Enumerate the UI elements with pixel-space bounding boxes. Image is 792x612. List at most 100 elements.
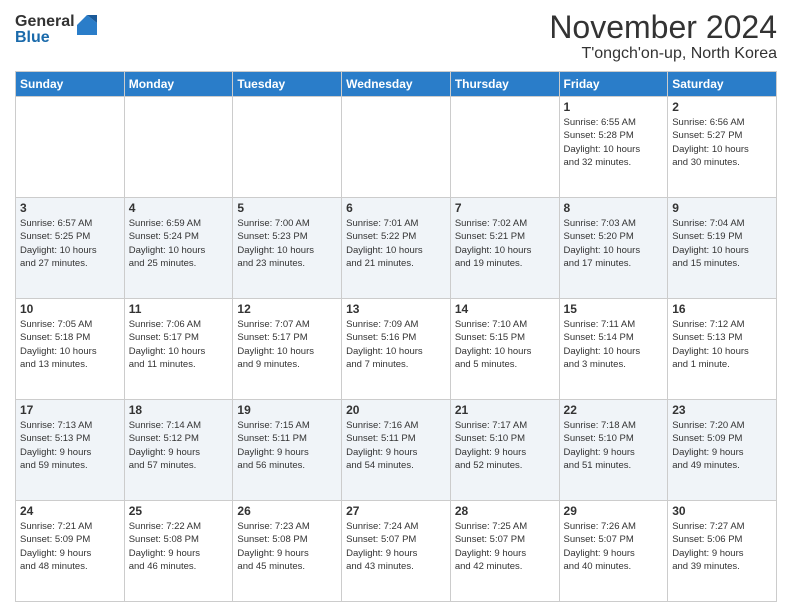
calendar-header-row: SundayMondayTuesdayWednesdayThursdayFrid… [16, 72, 777, 97]
day-number: 1 [564, 100, 664, 114]
day-number: 25 [129, 504, 229, 518]
day-number: 7 [455, 201, 555, 215]
day-info: Sunrise: 7:23 AM Sunset: 5:08 PM Dayligh… [237, 520, 337, 573]
calendar-cell: 23 Sunrise: 7:20 AM Sunset: 5:09 PM Dayli… [668, 400, 777, 501]
logo: General Blue [15, 14, 97, 46]
logo-blue: Blue [15, 30, 75, 46]
calendar-cell: 16 Sunrise: 7:12 AM Sunset: 5:13 PM Dayli… [668, 299, 777, 400]
day-number: 4 [129, 201, 229, 215]
calendar-cell: 21 Sunrise: 7:17 AM Sunset: 5:10 PM Dayli… [450, 400, 559, 501]
header: General Blue November 2024 T'ongch'on-up… [15, 10, 777, 63]
calendar-cell: 30 Sunrise: 7:27 AM Sunset: 5:06 PM Dayli… [668, 501, 777, 602]
calendar-header-tuesday: Tuesday [233, 72, 342, 97]
day-number: 14 [455, 302, 555, 316]
calendar-cell [124, 97, 233, 198]
day-number: 19 [237, 403, 337, 417]
calendar: SundayMondayTuesdayWednesdayThursdayFrid… [15, 71, 777, 602]
calendar-cell: 6Sunrise: 7:01 AM Sunset: 5:22 PM Daylig… [342, 198, 451, 299]
day-info: Sunrise: 7:09 AM Sunset: 5:16 PM Dayligh… [346, 318, 446, 371]
calendar-cell: 10 Sunrise: 7:05 AM Sunset: 5:18 PM Dayli… [16, 299, 125, 400]
day-number: 26 [237, 504, 337, 518]
calendar-header-friday: Friday [559, 72, 668, 97]
day-info: Sunrise: 7:21 AM Sunset: 5:09 PM Dayligh… [20, 520, 120, 573]
day-number: 16 [672, 302, 772, 316]
calendar-cell: 13 Sunrise: 7:09 AM Sunset: 5:16 PM Dayli… [342, 299, 451, 400]
calendar-cell: 5Sunrise: 7:00 AM Sunset: 5:23 PM Daylig… [233, 198, 342, 299]
calendar-cell: 20 Sunrise: 7:16 AM Sunset: 5:11 PM Dayli… [342, 400, 451, 501]
day-info: Sunrise: 7:07 AM Sunset: 5:17 PM Dayligh… [237, 318, 337, 371]
day-number: 9 [672, 201, 772, 215]
calendar-cell: 24 Sunrise: 7:21 AM Sunset: 5:09 PM Dayli… [16, 501, 125, 602]
day-info: Sunrise: 6:57 AM Sunset: 5:25 PM Dayligh… [20, 217, 120, 270]
day-info: Sunrise: 7:12 AM Sunset: 5:13 PM Dayligh… [672, 318, 772, 371]
day-info: Sunrise: 7:11 AM Sunset: 5:14 PM Dayligh… [564, 318, 664, 371]
day-number: 13 [346, 302, 446, 316]
calendar-cell: 29 Sunrise: 7:26 AM Sunset: 5:07 PM Dayli… [559, 501, 668, 602]
calendar-cell: 18Sunrise: 7:14 AM Sunset: 5:12 PM Dayli… [124, 400, 233, 501]
location-title: T'ongch'on-up, North Korea [549, 45, 777, 63]
day-number: 17 [20, 403, 120, 417]
calendar-cell: 11Sunrise: 7:06 AM Sunset: 5:17 PM Dayli… [124, 299, 233, 400]
day-info: Sunrise: 7:26 AM Sunset: 5:07 PM Dayligh… [564, 520, 664, 573]
day-info: Sunrise: 7:14 AM Sunset: 5:12 PM Dayligh… [129, 419, 229, 472]
calendar-cell: 19Sunrise: 7:15 AM Sunset: 5:11 PM Dayli… [233, 400, 342, 501]
day-info: Sunrise: 7:16 AM Sunset: 5:11 PM Dayligh… [346, 419, 446, 472]
calendar-cell: 2 Sunrise: 6:56 AM Sunset: 5:27 PM Daylig… [668, 97, 777, 198]
day-info: Sunrise: 7:27 AM Sunset: 5:06 PM Dayligh… [672, 520, 772, 573]
calendar-cell [450, 97, 559, 198]
day-info: Sunrise: 7:17 AM Sunset: 5:10 PM Dayligh… [455, 419, 555, 472]
calendar-cell: 26 Sunrise: 7:23 AM Sunset: 5:08 PM Dayli… [233, 501, 342, 602]
calendar-cell: 3 Sunrise: 6:57 AM Sunset: 5:25 PM Daylig… [16, 198, 125, 299]
day-number: 22 [564, 403, 664, 417]
title-block: November 2024 T'ongch'on-up, North Korea [549, 10, 777, 63]
day-info: Sunrise: 7:10 AM Sunset: 5:15 PM Dayligh… [455, 318, 555, 371]
day-number: 20 [346, 403, 446, 417]
day-info: Sunrise: 7:25 AM Sunset: 5:07 PM Dayligh… [455, 520, 555, 573]
day-number: 8 [564, 201, 664, 215]
day-number: 21 [455, 403, 555, 417]
calendar-week-2: 3 Sunrise: 6:57 AM Sunset: 5:25 PM Daylig… [16, 198, 777, 299]
day-info: Sunrise: 7:02 AM Sunset: 5:21 PM Dayligh… [455, 217, 555, 270]
day-info: Sunrise: 6:56 AM Sunset: 5:27 PM Dayligh… [672, 116, 772, 169]
calendar-cell: 22 Sunrise: 7:18 AM Sunset: 5:10 PM Dayli… [559, 400, 668, 501]
day-info: Sunrise: 7:18 AM Sunset: 5:10 PM Dayligh… [564, 419, 664, 472]
calendar-cell: 25 Sunrise: 7:22 AM Sunset: 5:08 PM Dayli… [124, 501, 233, 602]
day-number: 2 [672, 100, 772, 114]
day-number: 23 [672, 403, 772, 417]
page: General Blue November 2024 T'ongch'on-up… [0, 0, 792, 612]
day-info: Sunrise: 7:24 AM Sunset: 5:07 PM Dayligh… [346, 520, 446, 573]
day-info: Sunrise: 7:20 AM Sunset: 5:09 PM Dayligh… [672, 419, 772, 472]
day-number: 15 [564, 302, 664, 316]
day-info: Sunrise: 6:59 AM Sunset: 5:24 PM Dayligh… [129, 217, 229, 270]
month-title: November 2024 [549, 10, 777, 45]
day-info: Sunrise: 7:01 AM Sunset: 5:22 PM Dayligh… [346, 217, 446, 270]
day-info: Sunrise: 7:22 AM Sunset: 5:08 PM Dayligh… [129, 520, 229, 573]
calendar-cell: 7 Sunrise: 7:02 AM Sunset: 5:21 PM Daylig… [450, 198, 559, 299]
calendar-cell: 14 Sunrise: 7:10 AM Sunset: 5:15 PM Dayli… [450, 299, 559, 400]
calendar-header-monday: Monday [124, 72, 233, 97]
calendar-week-4: 17 Sunrise: 7:13 AM Sunset: 5:13 PM Dayli… [16, 400, 777, 501]
day-number: 30 [672, 504, 772, 518]
calendar-week-3: 10 Sunrise: 7:05 AM Sunset: 5:18 PM Dayli… [16, 299, 777, 400]
day-info: Sunrise: 7:05 AM Sunset: 5:18 PM Dayligh… [20, 318, 120, 371]
calendar-header-saturday: Saturday [668, 72, 777, 97]
day-number: 24 [20, 504, 120, 518]
day-info: Sunrise: 7:00 AM Sunset: 5:23 PM Dayligh… [237, 217, 337, 270]
day-info: Sunrise: 7:03 AM Sunset: 5:20 PM Dayligh… [564, 217, 664, 270]
calendar-header-sunday: Sunday [16, 72, 125, 97]
calendar-cell: 28 Sunrise: 7:25 AM Sunset: 5:07 PM Dayli… [450, 501, 559, 602]
calendar-cell [16, 97, 125, 198]
calendar-cell [233, 97, 342, 198]
calendar-cell: 4 Sunrise: 6:59 AM Sunset: 5:24 PM Daylig… [124, 198, 233, 299]
day-info: Sunrise: 7:13 AM Sunset: 5:13 PM Dayligh… [20, 419, 120, 472]
day-number: 11 [129, 302, 229, 316]
day-number: 3 [20, 201, 120, 215]
calendar-cell: 27 Sunrise: 7:24 AM Sunset: 5:07 PM Dayli… [342, 501, 451, 602]
day-number: 27 [346, 504, 446, 518]
calendar-header-thursday: Thursday [450, 72, 559, 97]
calendar-cell: 15 Sunrise: 7:11 AM Sunset: 5:14 PM Dayli… [559, 299, 668, 400]
day-number: 29 [564, 504, 664, 518]
day-number: 10 [20, 302, 120, 316]
day-number: 28 [455, 504, 555, 518]
calendar-cell: 8 Sunrise: 7:03 AM Sunset: 5:20 PM Daylig… [559, 198, 668, 299]
